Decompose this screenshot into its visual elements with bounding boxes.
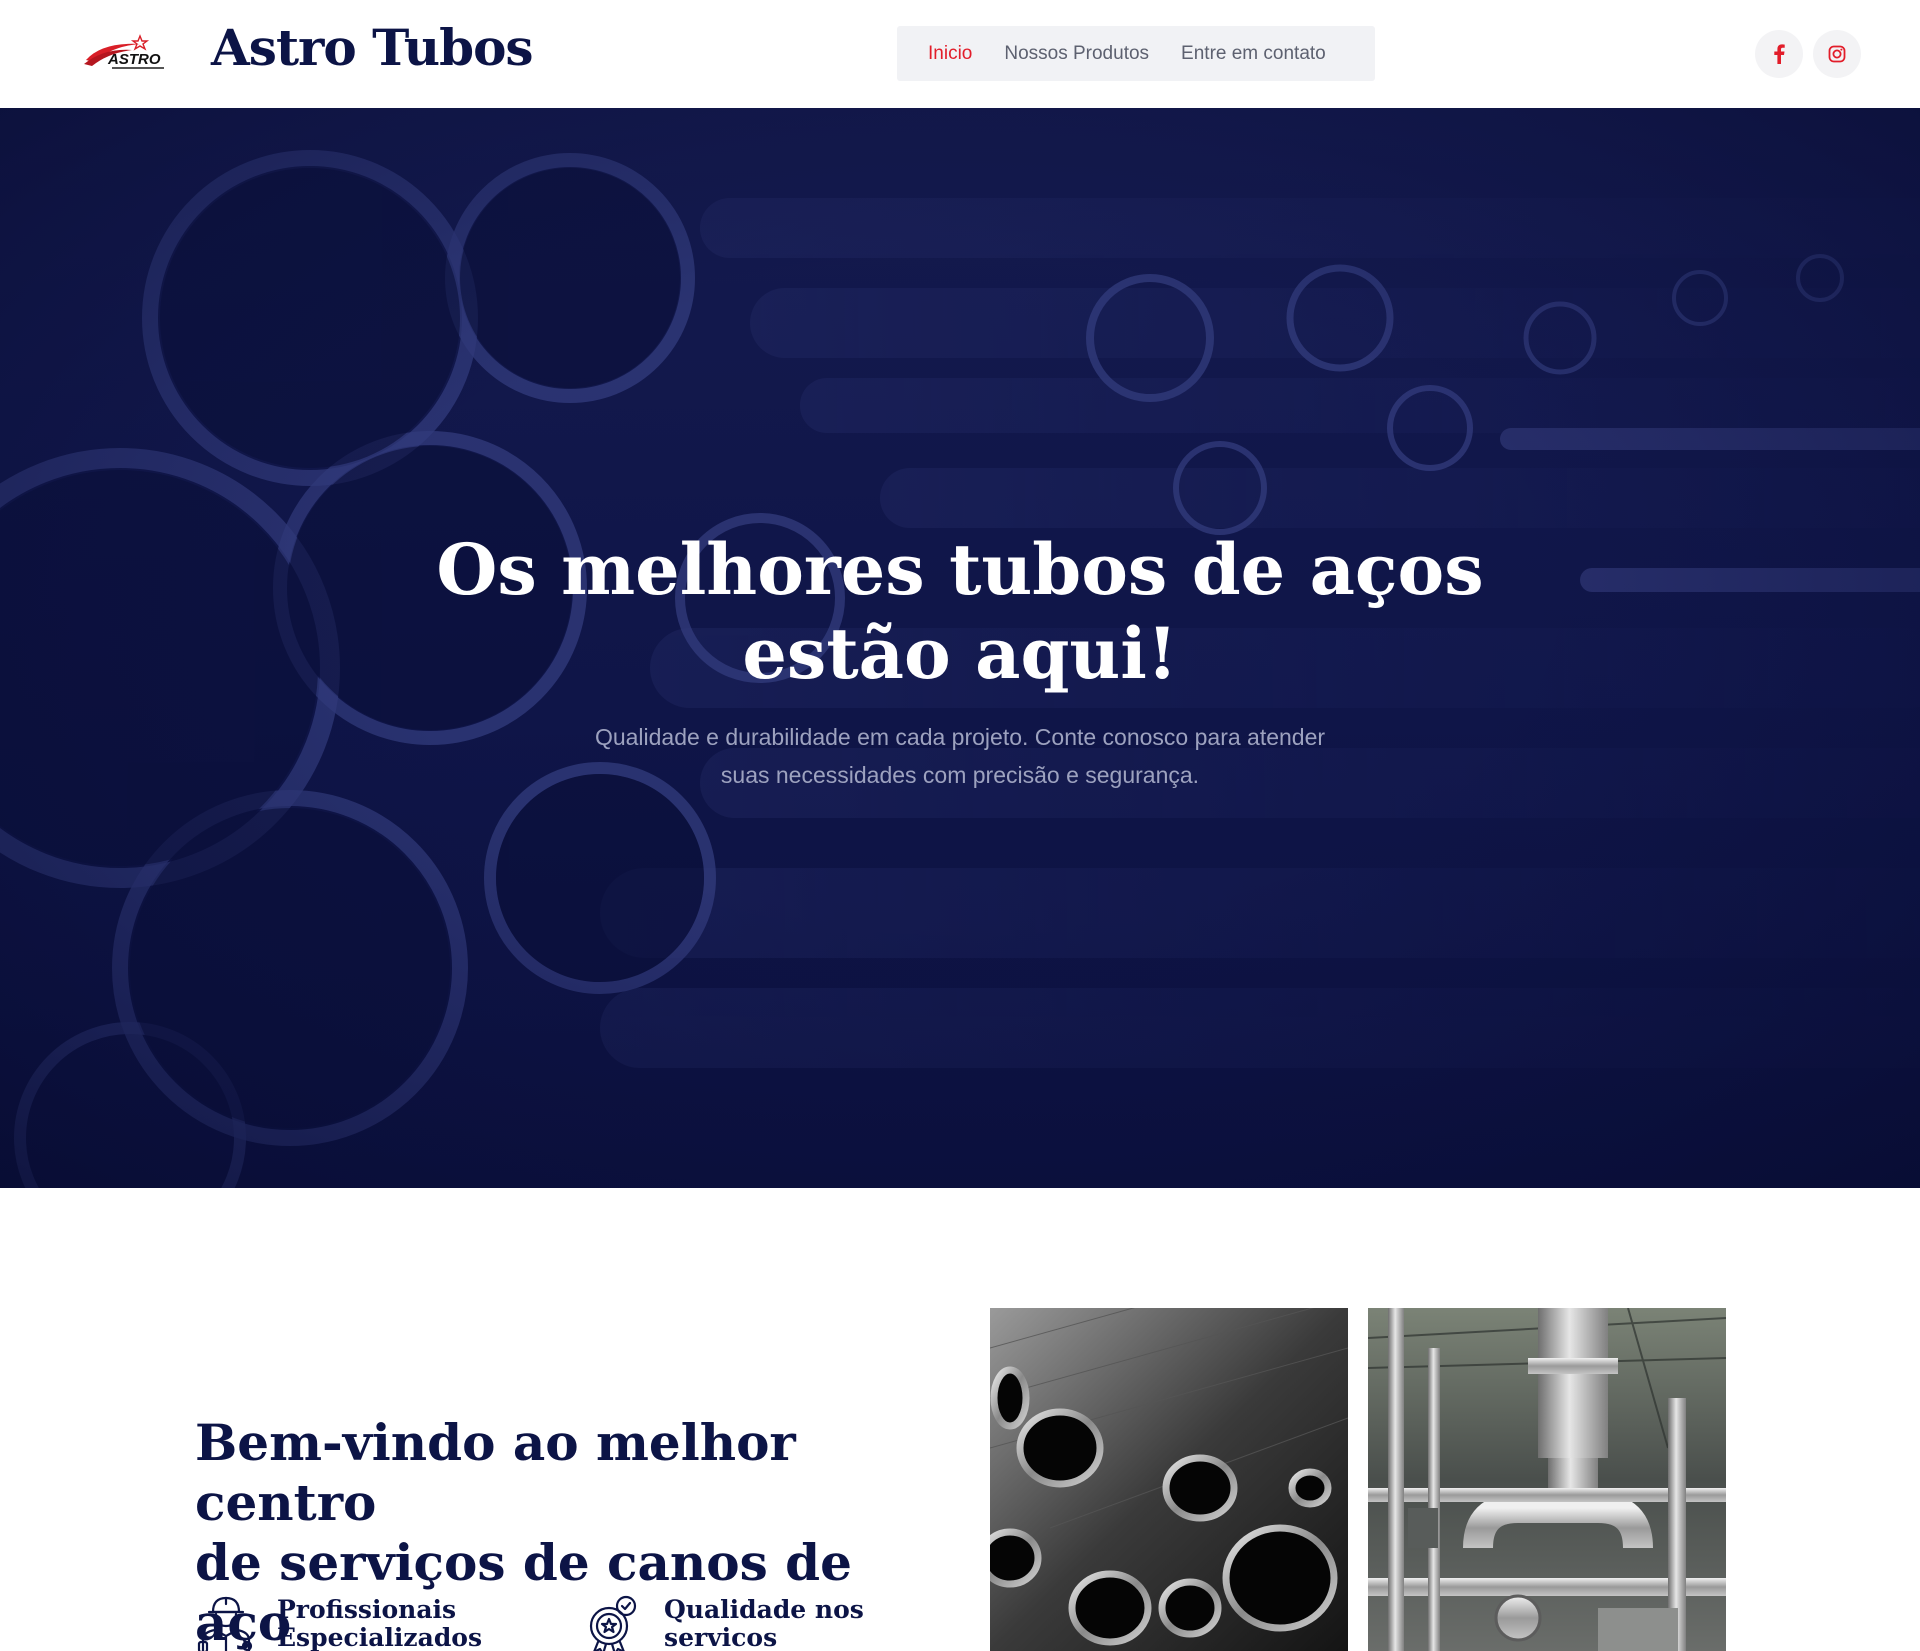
astro-logo[interactable]: ASTRO	[82, 34, 168, 74]
hero-title: Os melhores tubos de aços estão aqui!	[360, 528, 1560, 696]
hero-subtitle: Qualidade e durabilidade em cada projeto…	[520, 718, 1400, 794]
feature-specialized-professionals: Profissionais Especializados	[195, 1592, 482, 1651]
feature-label-line-1: Profissionais	[277, 1595, 457, 1624]
feature-label: Profissionais Especializados	[277, 1592, 482, 1651]
hero-subtitle-line-2: suas necessidades com precisão e seguran…	[720, 762, 1200, 788]
welcome-title-line-1: Bem-vindo ao melhor centro	[195, 1413, 796, 1532]
feature-label-line-1: Qualidade nos	[664, 1595, 864, 1624]
instagram-icon	[1828, 45, 1846, 63]
industrial-piping-photo	[1368, 1308, 1726, 1651]
nav-link-inicio[interactable]: Inicio	[928, 43, 972, 65]
worker-icon	[197, 1596, 253, 1651]
quality-badge-icon	[589, 1595, 637, 1651]
feature-label-line-2: Especializados	[277, 1623, 483, 1651]
hero-title-line-2: estão aqui!	[742, 612, 1178, 695]
hero-subtitle-line-1: Qualidade e durabilidade em cada projeto…	[594, 724, 1326, 750]
nav-link-produtos[interactable]: Nossos Produtos	[1004, 43, 1149, 65]
hero-title-line-1: Os melhores tubos de aços	[436, 528, 1484, 611]
instagram-button[interactable]	[1813, 30, 1861, 78]
feature-service-quality: Qualidade nos servicos	[582, 1592, 864, 1651]
feature-label: Qualidade nos servicos	[664, 1592, 864, 1651]
facebook-icon	[1774, 44, 1785, 64]
hero-banner: Os melhores tubos de aços estão aqui! Qu…	[0, 108, 1920, 1188]
site-header: ASTRO Astro Tubos Inicio Nossos Produtos…	[0, 0, 1920, 108]
main-nav: Inicio Nossos Produtos Entre em contato	[897, 26, 1375, 81]
nav-link-contato[interactable]: Entre em contato	[1181, 43, 1326, 65]
facebook-button[interactable]	[1755, 30, 1803, 78]
steel-pipes-photo	[990, 1308, 1348, 1651]
feature-label-line-2: servicos	[664, 1623, 778, 1651]
svg-text:ASTRO: ASTRO	[107, 51, 161, 68]
brand-name[interactable]: Astro Tubos	[211, 18, 534, 77]
